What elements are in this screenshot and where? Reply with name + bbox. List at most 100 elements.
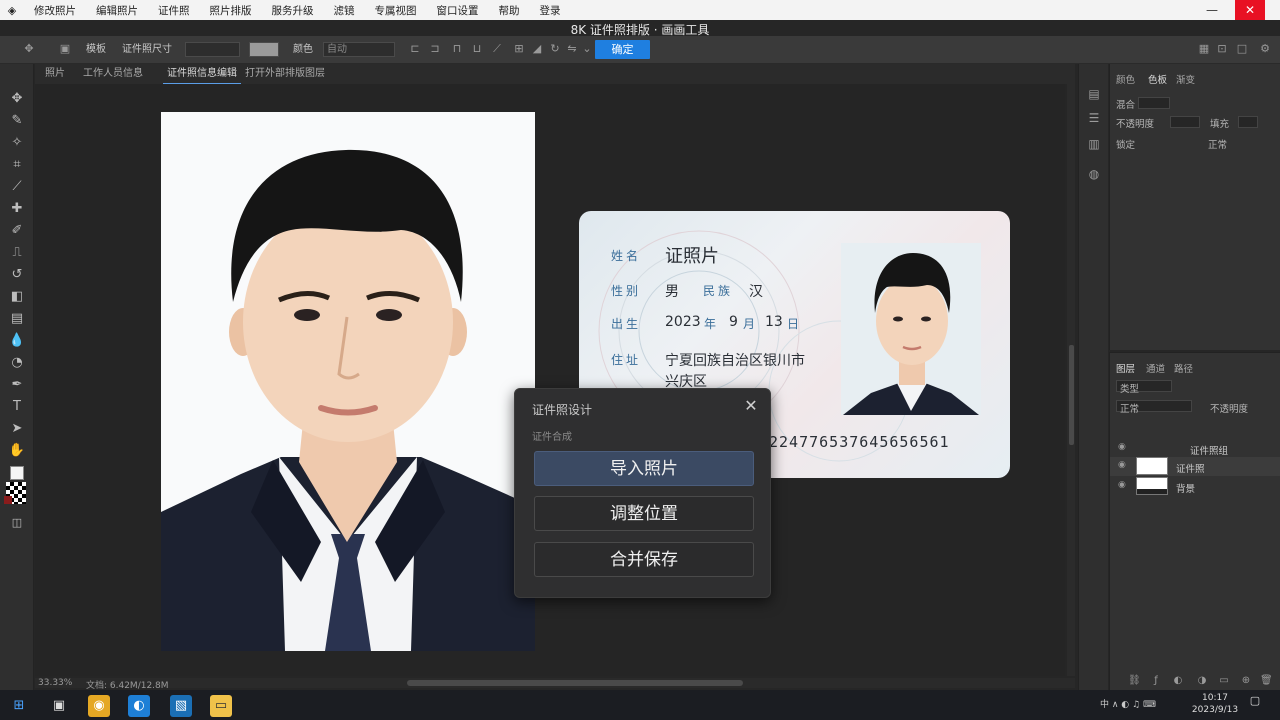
zoom-level[interactable]: 33.33% xyxy=(38,678,72,688)
transform-icon[interactable]: ⟋ xyxy=(490,41,504,57)
eyedropper-icon[interactable]: ⟋ xyxy=(8,178,26,196)
tab-gradient[interactable]: 渐变 xyxy=(1176,72,1195,86)
marquee-icon[interactable]: ▣ xyxy=(58,41,72,57)
size-input[interactable] xyxy=(185,42,240,57)
app-logo-icon[interactable]: ◈ xyxy=(0,0,24,20)
eye-icon[interactable]: ◉ xyxy=(1118,480,1128,490)
globe-icon[interactable]: ◍ xyxy=(1086,166,1102,182)
edge-icon[interactable]: ◐ xyxy=(128,695,150,717)
frame-icon[interactable]: □ xyxy=(1235,41,1249,57)
rotate-icon[interactable]: ↻ xyxy=(548,41,562,57)
grid-icon[interactable]: ⊞ xyxy=(512,41,526,57)
portrait-photo[interactable] xyxy=(161,112,535,651)
card-birth-label: 出生 xyxy=(611,317,642,331)
fx-icon[interactable]: ƒ xyxy=(1150,675,1162,687)
blur-icon[interactable]: 💧 xyxy=(8,332,26,350)
layer-row[interactable]: ◉ 背景 xyxy=(1110,477,1280,496)
type-icon[interactable]: T xyxy=(8,398,26,416)
blend-input[interactable] xyxy=(1138,97,1170,109)
lasso-icon[interactable]: ✎ xyxy=(8,112,26,130)
windows-start-icon[interactable]: ⊞ xyxy=(8,695,30,717)
menu-item-4[interactable]: 照片排版 xyxy=(200,3,262,18)
layer-row[interactable]: ◉ 证件照 xyxy=(1110,457,1280,476)
tab-color[interactable]: 颜色 xyxy=(1116,72,1135,86)
tab-channels[interactable]: 通道 xyxy=(1146,361,1165,375)
clone-stamp-icon[interactable]: ⎍ xyxy=(8,244,26,262)
quick-mask-icon[interactable]: ◫ xyxy=(8,514,26,532)
notification-icon[interactable]: ▢ xyxy=(1247,694,1263,710)
warp-icon[interactable]: ◢ xyxy=(530,41,544,57)
settings-icon[interactable]: ⚙ xyxy=(1258,41,1272,57)
menu-item-10[interactable]: 登录 xyxy=(530,3,571,18)
mask-icon[interactable]: ◐ xyxy=(1172,675,1184,687)
align-center-icon[interactable]: ⊐ xyxy=(428,41,442,57)
menu-item-9[interactable]: 帮助 xyxy=(489,3,530,18)
eye-icon[interactable]: ◉ xyxy=(1118,460,1128,470)
menu-item-1[interactable]: 修改照片 xyxy=(24,3,86,18)
chevron-down-icon[interactable]: ⌄ xyxy=(580,41,594,57)
tab-swatches[interactable]: 色板 xyxy=(1148,72,1167,86)
properties-icon[interactable]: ☰ xyxy=(1086,110,1102,126)
pen-icon[interactable]: ✒ xyxy=(8,376,26,394)
fill-input[interactable] xyxy=(1238,116,1258,128)
merge-save-button[interactable]: 合并保存 xyxy=(534,542,754,577)
menu-item-8[interactable]: 窗口设置 xyxy=(427,3,489,18)
confirm-button[interactable]: 确定 xyxy=(595,40,650,59)
import-photo-button[interactable]: 导入照片 xyxy=(534,451,754,486)
close-icon[interactable]: ✕ xyxy=(741,396,761,416)
tab-external-layout[interactable]: 打开外部排版图层 xyxy=(241,64,329,84)
flip-icon[interactable]: ⇋ xyxy=(565,41,579,57)
tab-staff-info[interactable]: 工作人员信息 xyxy=(79,64,147,84)
history-brush-icon[interactable]: ↺ xyxy=(8,266,26,284)
menu-item-2[interactable]: 编辑照片 xyxy=(86,3,148,18)
align-left-icon[interactable]: ⊏ xyxy=(408,41,422,57)
menu-item-5[interactable]: 服务升级 xyxy=(262,3,324,18)
menu-item-3[interactable]: 证件照 xyxy=(148,3,200,18)
opacity-input[interactable] xyxy=(1170,116,1200,128)
tab-photo[interactable]: 照片 xyxy=(41,64,69,84)
align-right-icon[interactable]: ⊓ xyxy=(450,41,464,57)
distribute-icon[interactable]: ⊔ xyxy=(470,41,484,57)
workspace-icon[interactable]: ▦ xyxy=(1197,41,1211,57)
system-tray[interactable]: 中 ∧ ◐ ♫ ⌨ xyxy=(1100,697,1156,710)
adjustments-icon[interactable]: ▥ xyxy=(1086,136,1102,152)
menu-item-7[interactable]: 专属视图 xyxy=(365,3,427,18)
eye-icon[interactable]: ◉ xyxy=(1118,442,1128,452)
vertical-scroll-thumb[interactable] xyxy=(1069,345,1074,445)
close-icon[interactable]: ✕ xyxy=(1235,0,1265,20)
red-swatch[interactable] xyxy=(4,496,12,504)
minimize-icon[interactable]: — xyxy=(1197,0,1227,20)
tab-layers[interactable]: 图层 xyxy=(1116,361,1135,375)
menu-item-6[interactable]: 滤镜 xyxy=(324,3,365,18)
gradient-icon[interactable]: ▤ xyxy=(8,310,26,328)
horizontal-scroll-thumb[interactable] xyxy=(407,680,743,686)
hand-icon[interactable]: ✋ xyxy=(8,442,26,460)
new-layer-icon[interactable]: ⊕ xyxy=(1240,675,1252,687)
clock[interactable]: 10:17 2023/9/13 xyxy=(1190,692,1240,716)
color-swatch[interactable] xyxy=(249,42,279,57)
adjustment-layer-icon[interactable]: ◑ xyxy=(1196,675,1208,687)
healing-brush-icon[interactable]: ✚ xyxy=(8,200,26,218)
layer-row[interactable]: ◉ 证件照组 xyxy=(1110,439,1280,458)
chrome-icon[interactable]: ◉ xyxy=(88,695,110,717)
new-group-icon[interactable]: ▭ xyxy=(1218,675,1230,687)
share-icon[interactable]: ⊡ xyxy=(1215,41,1229,57)
eraser-icon[interactable]: ◧ xyxy=(8,288,26,306)
history-icon[interactable]: ▤ xyxy=(1086,86,1102,102)
photo-app-icon[interactable]: ▧ xyxy=(170,695,192,717)
tab-paths[interactable]: 路径 xyxy=(1174,361,1193,375)
trash-icon[interactable]: 🗑 xyxy=(1260,675,1273,687)
adjust-position-button[interactable]: 调整位置 xyxy=(534,496,754,531)
path-selection-icon[interactable]: ➤ xyxy=(8,420,26,438)
tab-id-edit[interactable]: 证件照信息编辑 xyxy=(163,64,241,84)
brush-icon[interactable]: ✐ xyxy=(8,222,26,240)
link-layers-icon[interactable]: ⛓ xyxy=(1128,675,1141,687)
crop-icon[interactable]: ⌗ xyxy=(8,156,26,174)
dodge-icon[interactable]: ◔ xyxy=(8,354,26,372)
file-explorer-icon[interactable]: ▭ xyxy=(210,695,232,717)
magic-wand-icon[interactable]: ✧ xyxy=(8,134,26,152)
foreground-color-swatch[interactable] xyxy=(10,466,24,480)
move-icon[interactable]: ✥ xyxy=(8,90,26,108)
task-view-icon[interactable]: ▣ xyxy=(48,695,70,717)
move-tool-icon[interactable]: ✥ xyxy=(22,41,36,57)
